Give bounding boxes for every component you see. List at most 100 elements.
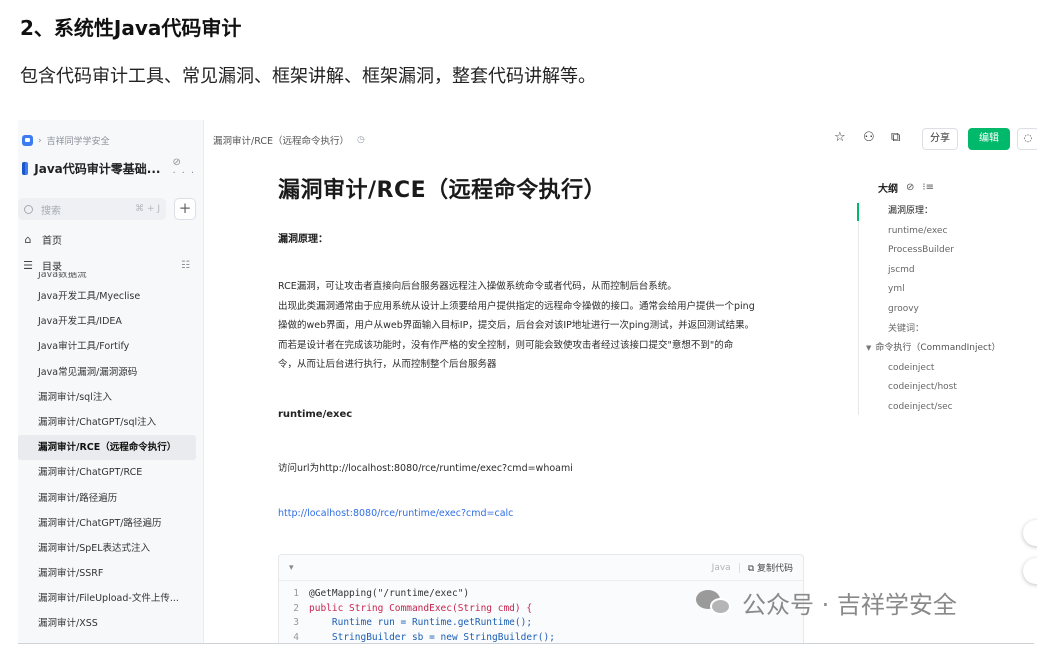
watermark: 公众号 · 吉祥学安全 [696, 585, 957, 620]
present-icon[interactable]: ⧉ [891, 130, 900, 145]
comment-icon[interactable]: ◌ [1017, 128, 1037, 150]
watermark-text: 公众号 · 吉祥学安全 [742, 591, 957, 619]
eye-off-icon[interactable]: ⊘ [906, 182, 914, 193]
wechat-logo-icon [696, 588, 732, 618]
search-input[interactable]: 搜索 ⌘ + J [18, 198, 166, 220]
toc-item[interactable]: 漏洞审计/SpEL表达式注入 [18, 536, 204, 561]
visit-url-text: 访问url为http://localhost:8080/rce/runtime/… [278, 463, 573, 474]
outline-item[interactable]: ProcessBuilder [866, 241, 1036, 261]
kb-more-icon[interactable]: ⊘ ··· [172, 157, 200, 179]
sidebar-item-toc[interactable]: ☰ 目录 ☷ [22, 258, 190, 273]
line-number: 2 [293, 602, 299, 614]
outline-item[interactable]: jscmd [866, 261, 1036, 281]
toc-item[interactable]: 漏洞审计/XSS [18, 611, 204, 636]
doc-path: 漏洞审计/RCE（远程命令执行） ◷ [213, 133, 365, 147]
code-text: StringBuilder sb = new StringBuilder(); [309, 631, 555, 643]
floating-action-button[interactable] [1023, 520, 1037, 546]
article-heading: 2、系统性Java代码审计 [20, 16, 242, 40]
toc-item[interactable]: 漏洞审计/路径遍历 [18, 486, 204, 511]
search-placeholder: 搜索 [41, 205, 61, 217]
doc-path-label: 漏洞审计/RCE（远程命令执行） [213, 136, 349, 147]
toc-item[interactable]: 漏洞审计/SSRF [18, 561, 204, 586]
sidebar: › 吉祥同学学安全 Java代码审计零基础... ⊘ ··· 搜索 ⌘ + J … [18, 120, 204, 644]
toc-expand-icon[interactable]: ☷ [181, 260, 190, 271]
floating-action-button[interactable] [1023, 558, 1037, 584]
add-member-icon[interactable]: ⚇ [863, 130, 875, 145]
toc-icon: ☰ [23, 259, 33, 272]
outline-item[interactable]: 漏洞原理： [866, 202, 1036, 222]
outline-item[interactable]: groovy [866, 300, 1036, 320]
edit-button[interactable]: 编辑 [968, 128, 1010, 150]
calc-link[interactable]: http://localhost:8080/rce/runtime/exec?c… [278, 508, 513, 519]
line-number: 1 [293, 588, 299, 599]
screenshot-frame: › 吉祥同学学安全 Java代码审计零基础... ⊘ ··· 搜索 ⌘ + J … [18, 120, 1037, 644]
share-button[interactable]: 分享 [922, 128, 958, 150]
doc-title: 漏洞审计/RCE（远程命令执行） [278, 178, 607, 203]
breadcrumb[interactable]: › 吉祥同学学安全 [22, 134, 110, 147]
code-line: 4 StringBuilder sb = new StringBuilder()… [279, 631, 803, 645]
divider [18, 643, 1034, 644]
home-label: 首页 [42, 236, 62, 247]
section-heading-principle: 漏洞原理： [278, 234, 328, 245]
breadcrumb-label: 吉祥同学学安全 [46, 137, 110, 147]
search-shortcut: ⌘ + J [135, 204, 160, 214]
collapse-caret-icon[interactable]: ▾ [289, 563, 294, 573]
code-text: Runtime run = Runtime.getRuntime(); [309, 617, 533, 628]
toc-item[interactable]: Java常见漏洞/漏洞源码 [18, 360, 204, 385]
outline-section[interactable]: ▼ 命令执行（CommandInject） [866, 339, 1036, 359]
outline-track [858, 203, 859, 415]
outline-item[interactable]: yml [866, 280, 1036, 300]
copy-icon: ⧉ [747, 564, 757, 574]
outline-list: 漏洞原理： runtime/exec ProcessBuilder jscmd … [866, 202, 1036, 418]
outline-item[interactable]: codeinject [866, 359, 1036, 379]
star-icon[interactable]: ☆ [834, 130, 846, 145]
add-button[interactable]: + [174, 198, 196, 220]
knowledge-base-title: Java代码审计零基础... [34, 161, 161, 176]
app-logo-icon [22, 135, 33, 146]
outline-item[interactable]: codeinject/sec [866, 398, 1036, 418]
search-icon [24, 204, 33, 214]
toc-item[interactable]: 漏洞审计/FileUpload-文件上传... [18, 586, 204, 611]
outline-header: 大纲 ⊘ ⁝≡ [878, 180, 934, 195]
toc-item[interactable]: 漏洞审计/ChatGPT/路径遍历 [18, 511, 204, 536]
doc-paragraph: RCE漏洞，可让攻击者直接向后台服务器远程注入操做系统命令或者代码，从而控制后台… [278, 277, 818, 375]
paragraph-line: 操做的web界面，用户从web界面输入目标IP，提交后，后台会对该IP地址进行一… [278, 320, 755, 331]
toc-item[interactable]: Java审计工具/Fortify [18, 334, 204, 359]
section-heading-runtime: runtime/exec [278, 409, 353, 420]
outline-section-label: 命令执行（CommandInject） [875, 343, 1001, 354]
code-block-header: ▾ Java ⧉ 复制代码 [279, 555, 803, 581]
outline-active-marker [857, 203, 859, 221]
toc-item[interactable]: 漏洞审计/sql注入 [18, 385, 204, 410]
paragraph-line: RCE漏洞，可让攻击者直接向后台服务器远程注入操做系统命令或者代码，从而控制后台… [278, 281, 677, 292]
home-icon: ⌂ [24, 233, 32, 246]
code-text: @GetMapping("/runtime/exec") [309, 588, 470, 599]
toc-item[interactable]: Java开发工具/IDEA [18, 309, 204, 334]
knowledge-base-header[interactable]: Java代码审计零基础... ⊘ ··· [22, 157, 200, 179]
toc-item[interactable]: Java数据流 [18, 272, 204, 284]
code-text: public String CommandExec(String cmd) { [309, 602, 533, 614]
outline-item[interactable]: 关键词： [866, 320, 1036, 340]
outline-title: 大纲 [878, 184, 898, 195]
sidebar-item-home[interactable]: ⌂ 首页 [22, 232, 190, 247]
copy-code-label: 复制代码 [756, 564, 793, 574]
copy-code-button[interactable]: ⧉ 复制代码 [748, 561, 793, 574]
breadcrumb-arrow-icon: › [38, 135, 42, 146]
list-icon[interactable]: ⁝≡ [922, 182, 934, 193]
line-number: 3 [293, 617, 299, 628]
caret-down-icon[interactable]: ▼ [866, 344, 871, 352]
book-icon [22, 161, 29, 175]
toc-label: 目录 [42, 262, 62, 273]
toc-item-active[interactable]: 漏洞审计/RCE（远程命令执行） [18, 435, 196, 461]
divider [738, 562, 740, 573]
code-language: Java [711, 562, 731, 573]
outline-item[interactable]: runtime/exec [866, 222, 1036, 242]
toc-list: Java数据流 Java开发工具/Myeclise Java开发工具/IDEA … [18, 272, 204, 644]
history-icon[interactable]: ◷ [357, 135, 365, 145]
line-number: 4 [293, 631, 299, 643]
toc-item[interactable]: Java开发工具/Myeclise [18, 284, 204, 309]
paragraph-line: 令，从而让后台进行执行，从而控制整个后台服务器 [278, 359, 497, 370]
toc-item[interactable]: 漏洞审计/ChatGPT/sql注入 [18, 410, 204, 435]
outline-item[interactable]: codeinject/host [866, 378, 1036, 398]
toc-item[interactable]: 漏洞审计/ChatGPT/RCE [18, 460, 204, 485]
paragraph-line: 而若是设计者在完成该功能时，没有作严格的安全控制，则可能会致使攻击者经过该接口提… [278, 339, 734, 351]
